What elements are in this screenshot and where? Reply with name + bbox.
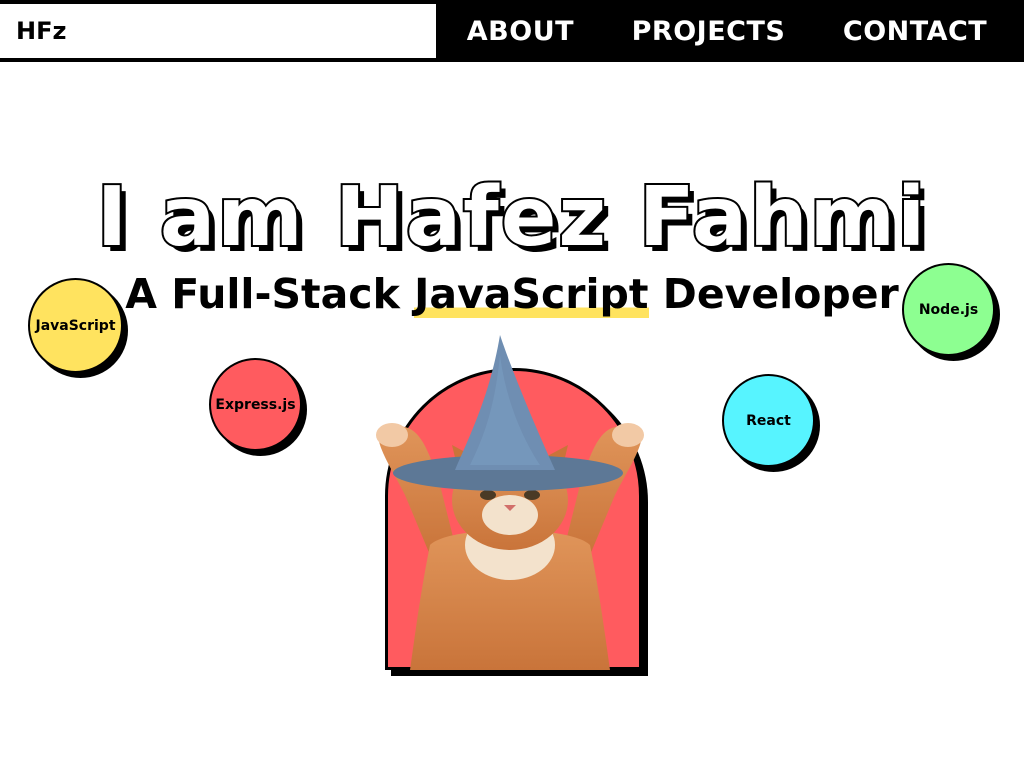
nav-link-contact[interactable]: CONTACT <box>843 16 987 47</box>
wizard-cat-image <box>376 335 644 670</box>
nav-links: ABOUT PROJECTS CONTACT <box>438 4 1024 58</box>
hero-title: I am Hafez Fahmi <box>95 168 928 267</box>
tech-bubble-react: React <box>722 374 815 467</box>
subtitle-prefix: A Full-Stack <box>125 270 415 318</box>
tech-bubble-javascript: JavaScript <box>28 278 123 373</box>
navbar: HFz ABOUT PROJECTS CONTACT <box>0 0 1024 62</box>
tech-bubble-expressjs: Express.js <box>209 358 302 451</box>
nav-link-projects[interactable]: PROJECTS <box>632 16 786 47</box>
hero-subtitle: A Full-Stack JavaScript Developer <box>0 270 1024 318</box>
subtitle-highlight: JavaScript <box>414 270 649 318</box>
subtitle-suffix: Developer <box>648 270 899 318</box>
tech-bubble-nodejs: Node.js <box>902 263 995 356</box>
brand-logo-link[interactable]: HFz <box>0 4 438 58</box>
nav-link-about[interactable]: ABOUT <box>467 16 574 47</box>
